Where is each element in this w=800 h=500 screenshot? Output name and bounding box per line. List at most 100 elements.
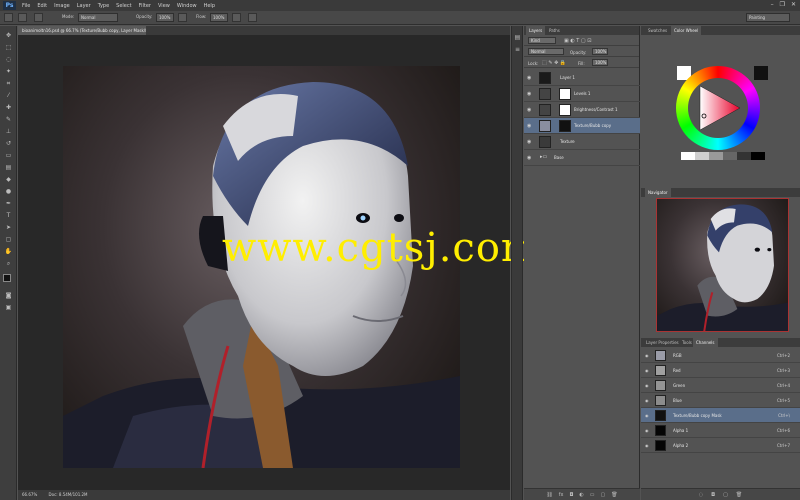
airbrush-icon[interactable] [232,13,241,22]
mask-icon[interactable]: ◘ [569,492,573,498]
visibility-eye-icon[interactable]: ◉ [645,443,649,448]
tab-paths[interactable]: Paths [546,26,563,35]
visibility-eye-icon[interactable]: ◉ [527,155,531,161]
visibility-eye-icon[interactable]: ◉ [527,91,531,97]
new-channel-icon[interactable]: ▢ [723,492,728,498]
lasso-tool-icon[interactable]: ◌ [4,56,13,64]
visibility-eye-icon[interactable]: ◉ [527,75,531,81]
color-wheel[interactable] [676,66,760,150]
tab-swatches[interactable]: Swatches [645,26,670,35]
path-select-tool-icon[interactable]: ➤ [4,224,13,232]
menu-type[interactable]: Type [98,3,109,9]
tab-layer-properties[interactable]: Layer Properties [643,338,682,347]
healing-tool-icon[interactable]: ✚ [4,104,13,112]
pressure-size-icon[interactable] [248,13,257,22]
save-selection-icon[interactable]: ◘ [711,492,715,498]
marquee-tool-icon[interactable]: ⬚ [4,44,13,52]
channel-row[interactable]: ◉ Blue Ctrl+5 [641,393,800,408]
layer-kind-filter[interactable]: Kind [528,37,556,44]
trash-icon[interactable]: 🗑 [736,492,742,498]
foreground-color-swatch[interactable] [3,274,11,282]
brush-preset-icon[interactable] [4,13,13,22]
brush-panel-icon[interactable] [34,13,43,22]
visibility-eye-icon[interactable]: ◉ [527,139,531,145]
swatch[interactable] [681,152,695,160]
visibility-eye-icon[interactable]: ◉ [645,383,649,388]
menu-window[interactable]: Window [177,3,197,9]
fx-icon[interactable]: fx [559,492,564,498]
menu-filter[interactable]: Filter [139,3,151,9]
visibility-eye-icon[interactable]: ◉ [645,353,649,358]
tab-color-wheel[interactable]: Color Wheel [671,26,702,35]
document-tab[interactable]: bioanimoltn16.psd @ 66.7% (Texture/Bubb … [18,26,146,35]
adjustment-layer-icon[interactable]: ◐ [579,492,583,498]
layer-row[interactable]: ◉ Levels 1 [524,86,640,102]
trash-icon[interactable]: 🗑 [611,492,617,498]
visibility-eye-icon[interactable]: ◉ [527,107,531,113]
opacity-input[interactable]: 100% [156,13,174,22]
channel-row-selected[interactable]: ◉ Texture/Bubb copy Mask Ctrl+\ [641,408,800,423]
maximize-button[interactable]: ❐ [780,1,785,8]
folder-icon[interactable]: ▸▭ [540,154,547,160]
lock-icons[interactable]: ⬚ ✎ ✥ 🔒 [542,60,566,66]
menu-image[interactable]: Image [54,3,70,9]
saturation-triangle[interactable] [696,84,742,132]
minimize-button[interactable]: – [771,1,774,8]
pressure-opacity-icon[interactable] [178,13,187,22]
menu-layer[interactable]: Layer [77,3,91,9]
visibility-eye-icon[interactable]: ◉ [645,368,649,373]
quick-select-tool-icon[interactable]: ✦ [4,68,13,76]
history-panel-icon[interactable]: ▤ [513,34,522,42]
brush-tool-icon[interactable]: ✎ [4,116,13,124]
channel-row[interactable]: ◉ Alpha 1 Ctrl+6 [641,423,800,438]
filter-icons[interactable]: ▣ ◐ T ▢ ⊡ [564,38,591,44]
tab-navigator[interactable]: Navigator [645,188,671,197]
swatch[interactable] [723,152,737,160]
type-tool-icon[interactable]: T [4,212,13,220]
quick-mask-icon[interactable]: ◙ [4,292,13,300]
move-tool-icon[interactable]: ✥ [4,32,13,40]
blend-mode-select[interactable]: Normal [528,48,564,55]
swatch[interactable] [709,152,723,160]
channel-row[interactable]: ◉ Alpha 2 Ctrl+7 [641,438,800,453]
dodge-tool-icon[interactable]: ● [4,188,13,196]
layer-row-selected[interactable]: ◉ Texture/Bubb copy [524,118,640,134]
brush-size-icon[interactable] [18,13,27,22]
menu-select[interactable]: Select [116,3,131,9]
link-icon[interactable]: ⛓ [546,492,552,498]
channel-row[interactable]: ◉ Green Ctrl+4 [641,378,800,393]
swatch[interactable] [695,152,709,160]
pen-tool-icon[interactable]: ✒ [4,200,13,208]
new-layer-icon[interactable]: ▢ [601,492,606,498]
swatch[interactable] [737,152,751,160]
swatch[interactable] [751,152,765,160]
properties-panel-icon[interactable]: ≡ [513,46,522,54]
layer-opacity-input[interactable]: 100% [592,48,608,55]
shape-tool-icon[interactable]: ▢ [4,236,13,244]
visibility-eye-icon[interactable]: ◉ [527,123,531,129]
blur-tool-icon[interactable]: ◆ [4,176,13,184]
menu-help[interactable]: Help [204,3,215,9]
layer-row[interactable]: ◉ Layer 1 [524,70,640,86]
workspace-select[interactable]: Painting [746,13,790,22]
flow-input[interactable]: 100% [210,13,228,22]
mode-select[interactable]: Normal [78,13,118,22]
screen-mode-icon[interactable]: ▣ [4,304,13,312]
eyedropper-tool-icon[interactable]: ⁄ [4,92,13,100]
crop-tool-icon[interactable]: ⌗ [4,80,13,88]
fill-input[interactable]: 100% [592,59,608,66]
eraser-tool-icon[interactable]: ▭ [4,152,13,160]
menu-view[interactable]: View [158,3,170,9]
zoom-level[interactable]: 66.67% [22,492,37,497]
visibility-eye-icon[interactable]: ◉ [645,413,649,418]
layer-row[interactable]: ◉ ▸▭ Base [524,150,640,166]
gradient-tool-icon[interactable]: ▤ [4,164,13,172]
tab-layers[interactable]: Layers [526,26,546,35]
load-selection-icon[interactable]: ◌ [699,492,703,498]
layer-row[interactable]: ◉ Texture [524,134,640,150]
hand-tool-icon[interactable]: ✋ [4,248,13,256]
visibility-eye-icon[interactable]: ◉ [645,398,649,403]
history-brush-tool-icon[interactable]: ↺ [4,140,13,148]
clone-stamp-tool-icon[interactable]: ⊥ [4,128,13,136]
channel-row[interactable]: ◉ RGB Ctrl+2 [641,348,800,363]
